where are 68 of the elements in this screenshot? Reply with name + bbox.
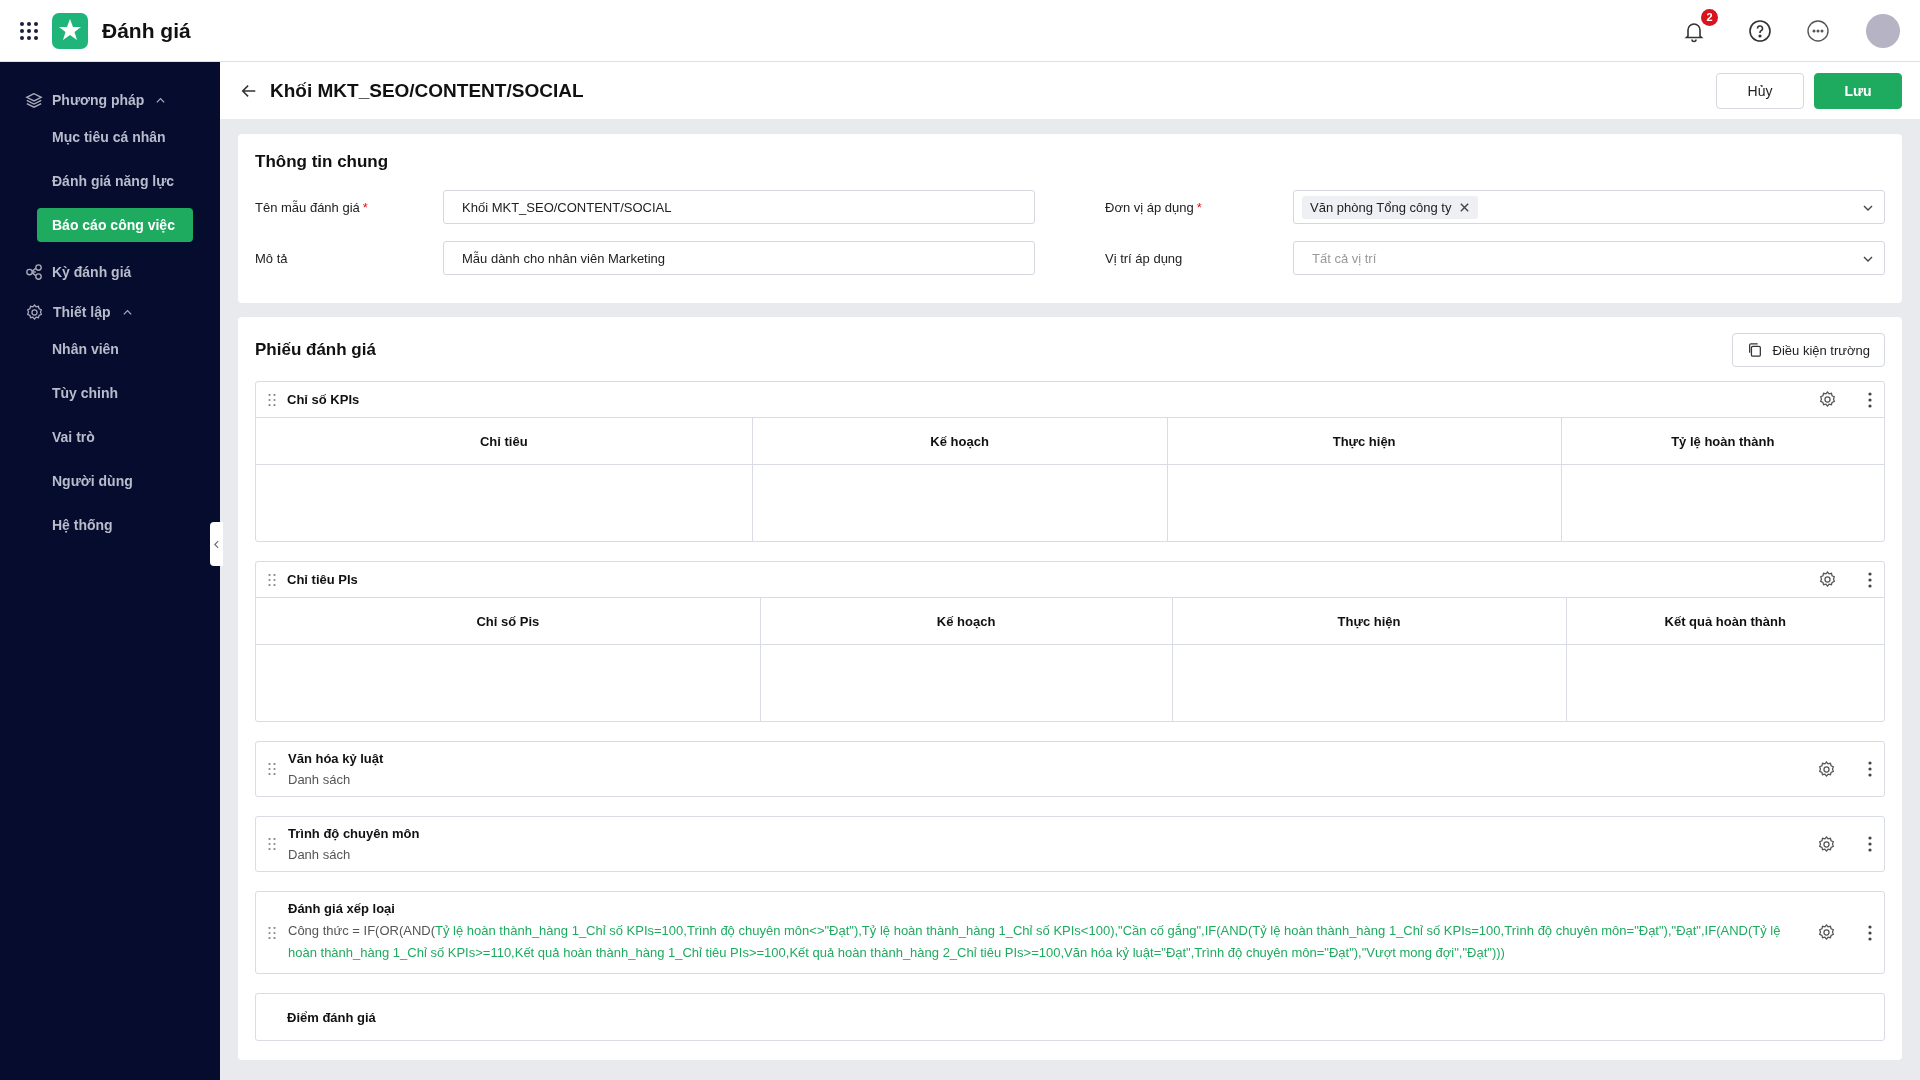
text-field[interactable]: Mẫu dành cho nhân viên Marketing <box>443 241 1035 275</box>
drag-handle-icon[interactable] <box>268 763 276 775</box>
section-title: Chỉ tiêu PIs <box>287 572 358 587</box>
select-field[interactable]: Văn phòng Tổng công ty <box>1293 190 1885 224</box>
sidebar-item[interactable]: Hệ thống <box>37 508 193 542</box>
app-title: Đánh giá <box>102 18 191 43</box>
sidebar-item[interactable]: Người dùng <box>37 464 193 498</box>
sidebar-item[interactable]: Đánh giá năng lực <box>37 164 193 198</box>
column-header: Kế hoạch <box>752 418 1168 465</box>
chevron-left-icon <box>214 539 219 549</box>
sidebar-item[interactable]: Tùy chỉnh <box>37 376 193 410</box>
sidebar-group[interactable]: Kỳ đánh giá <box>0 252 220 292</box>
star-logo-icon <box>52 12 88 49</box>
collapse-sidebar-button[interactable] <box>210 522 223 566</box>
help-icon[interactable] <box>1748 18 1772 43</box>
section-subtitle: Danh sách <box>288 772 352 787</box>
sidebar-group[interactable]: Phương pháp <box>0 80 220 120</box>
column-header: Kế hoạch <box>760 598 1173 645</box>
more-options-icon[interactable] <box>1868 391 1872 408</box>
drag-handle-icon[interactable] <box>268 393 276 406</box>
column-header: Thực hiện <box>1167 418 1562 465</box>
app-grid-icon[interactable] <box>20 21 38 40</box>
sidebar-item[interactable]: Vai trò <box>37 420 193 454</box>
cancel-button[interactable]: Hủy <box>1716 72 1804 109</box>
notification-badge: 2 <box>1701 8 1718 26</box>
tag-chip: Văn phòng Tổng công ty <box>1302 195 1479 219</box>
nodes-icon <box>25 263 43 281</box>
more-options-icon[interactable] <box>1868 761 1872 777</box>
settings-icon[interactable] <box>1817 923 1836 942</box>
more-options-icon[interactable] <box>1868 924 1872 941</box>
section-title: Thông tin chung <box>255 152 390 172</box>
column-header: Tỷ lệ hoàn thành <box>1561 418 1884 465</box>
formula-text: Công thức = IF(OR(AND(Tỷ lệ hoàn thành_hàng 1_Chỉ số KPIs=100,Trình độ chuyên môn<>"Đạt"),Tỷ lệ hoàn thành_hàng 1_Chỉ số KPIs<100),"Cần cố gắng",IF(AND(Tỷ lệ hoàn thành_hàng 1_Chỉ số KPIs=100,Trình độ chuyên môn="Đạt"),"Đạt",IF(AND(Tỷ lệ hoàn thành_hàng 1_Chỉ số KPIs>=110,Kết quả hoàn thành_hàng 1_Chỉ tiêu PIs>=100,Kết quả hoàn thành_hàng 2_Chỉ tiêu PIs>=100,Văn hóa kỷ luật="Đạt",Trình độ chuyên môn="Đạt"),"Vượt mong đợi","Đạt"))) <box>288 922 1782 962</box>
field-label: Mô tả <box>255 250 289 266</box>
sidebar-item[interactable]: Nhân viên <box>37 332 193 366</box>
section-title: Văn hóa kỷ luật <box>288 751 385 766</box>
section-title: Điểm đánh giá <box>287 1009 377 1025</box>
settings-icon <box>25 302 44 322</box>
sidebar-item[interactable]: Mục tiêu cá nhân <box>37 120 193 154</box>
settings-icon[interactable] <box>1818 570 1837 589</box>
drag-handle-icon[interactable] <box>268 838 276 850</box>
settings-icon[interactable] <box>1817 759 1836 779</box>
field-label: Đơn vị áp dụng * <box>1105 199 1203 215</box>
more-options-icon[interactable] <box>1868 571 1872 588</box>
sidebar-group[interactable]: Thiết lập <box>0 292 220 332</box>
field-label: Vị trí áp dụng <box>1105 250 1184 266</box>
text-field[interactable]: Khối MKT_SEO/CONTENT/SOCIAL <box>443 190 1035 224</box>
column-header: Chỉ số Pis <box>256 598 761 645</box>
section-title: Đánh giá xếp loại <box>288 901 396 916</box>
field-conditions-button[interactable]: Điều kiện trường <box>1731 333 1885 367</box>
settings-icon[interactable] <box>1817 834 1836 854</box>
drag-handle-icon[interactable] <box>268 573 276 586</box>
drag-handle-icon[interactable] <box>268 926 276 939</box>
section-subtitle: Danh sách <box>288 847 352 862</box>
copy-icon <box>1746 342 1763 358</box>
layers-icon <box>25 91 43 109</box>
column-header: Thực hiện <box>1172 598 1567 645</box>
column-header: Kết quả hoàn thành <box>1566 598 1884 645</box>
section-title: Chỉ số KPIs <box>287 392 360 407</box>
section-title: Phiếu đánh giá <box>255 340 376 360</box>
column-header: Chỉ tiêu <box>256 418 753 465</box>
section-title: Trình độ chuyên môn <box>288 826 421 841</box>
more-options-icon[interactable] <box>1806 18 1830 43</box>
page-title: Khối MKT_SEO/CONTENT/SOCIAL <box>270 79 584 102</box>
settings-icon[interactable] <box>1818 390 1837 409</box>
field-label: Tên mẫu đánh giá * <box>255 199 369 215</box>
close-icon[interactable] <box>1459 201 1471 213</box>
more-options-icon[interactable] <box>1868 836 1872 852</box>
